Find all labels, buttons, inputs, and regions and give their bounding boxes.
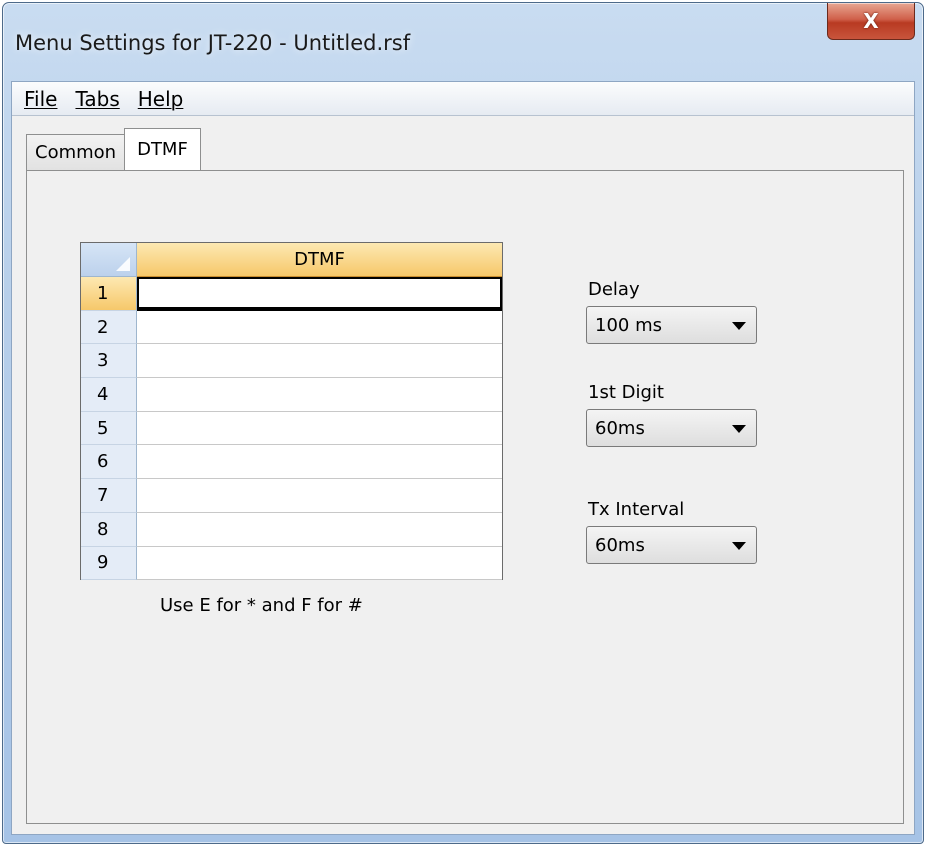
table-row: 6 [81,445,502,480]
row-header[interactable]: 4 [81,378,137,412]
close-button[interactable]: X [827,3,915,40]
row-header[interactable]: 7 [81,479,137,513]
chevron-down-icon [732,322,746,330]
row-header[interactable]: 6 [81,445,137,480]
title-bar[interactable]: Menu Settings for JT-220 - Untitled.rsf … [3,3,923,81]
dtmf-cell[interactable] [137,479,502,513]
row-header[interactable]: 3 [81,344,137,379]
table-row: 4 [81,378,502,412]
table-row: 5 [81,411,502,446]
dtmf-cell[interactable] [137,445,502,480]
menu-tabs[interactable]: Tabs [75,87,119,111]
delay-select[interactable]: 100 ms [586,306,757,344]
column-header-dtmf[interactable]: DTMF [137,243,502,277]
dtmf-cell[interactable] [137,546,502,581]
table-row: 2 [81,310,502,345]
chevron-down-icon [732,425,746,433]
delay-value: 100 ms [595,314,662,336]
row-header[interactable]: 2 [81,310,137,345]
row-header[interactable]: 8 [81,512,137,547]
dtmf-grid: DTMF 1 2 3 4 5 6 7 8 9 [80,242,503,581]
tab-dtmf[interactable]: DTMF [124,128,201,170]
select-all-corner[interactable] [81,243,137,277]
tab-strip: Common DTMF [26,128,201,170]
table-row: 1 [81,277,502,311]
table-row: 8 [81,512,502,547]
menu-file[interactable]: File [24,87,57,111]
delay-label: Delay [588,279,640,300]
row-header[interactable]: 9 [81,546,137,581]
first-digit-value: 60ms [595,417,645,439]
tx-interval-value: 60ms [595,534,645,556]
window-title: Menu Settings for JT-220 - Untitled.rsf [15,31,411,55]
row-header[interactable]: 1 [81,277,137,311]
dtmf-cell[interactable] [137,411,502,446]
menu-bar: File Tabs Help [12,82,914,116]
dtmf-cell[interactable] [137,512,502,547]
first-digit-select[interactable]: 60ms [586,409,757,447]
dtmf-cell[interactable] [137,378,502,412]
menu-help[interactable]: Help [138,87,184,111]
dtmf-cell[interactable] [137,344,502,379]
close-icon: X [863,9,879,33]
dtmf-hint: Use E for * and F for # [160,595,363,616]
client-area: File Tabs Help Common DTMF DTMF 1 2 3 4 … [11,81,915,835]
dtmf-cell[interactable] [137,310,502,345]
table-row: 3 [81,344,502,379]
first-digit-label: 1st Digit [588,382,664,403]
table-row: 9 [81,546,502,581]
chevron-down-icon [732,542,746,550]
app-window: Menu Settings for JT-220 - Untitled.rsf … [2,2,924,844]
tx-interval-select[interactable]: 60ms [586,526,757,564]
tx-interval-label: Tx Interval [588,499,685,520]
dtmf-cell[interactable] [137,277,502,311]
table-row: 7 [81,479,502,513]
row-header[interactable]: 5 [81,411,137,446]
grid-header: DTMF [81,243,502,277]
dtmf-panel: DTMF 1 2 3 4 5 6 7 8 9 Use E for * and F… [26,170,904,824]
tab-common[interactable]: Common [26,134,126,170]
